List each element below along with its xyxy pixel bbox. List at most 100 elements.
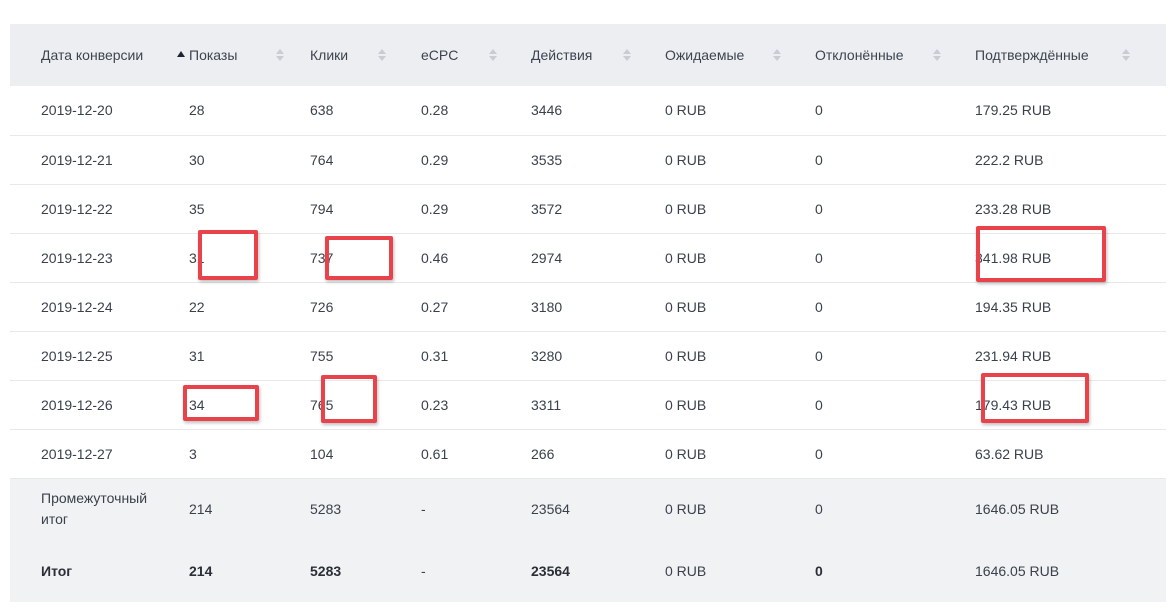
cell-ecpc: -: [421, 563, 426, 579]
cell-pending: 0 RUB: [665, 298, 707, 315]
cell-ecpc: 0.28: [421, 102, 449, 119]
cell-pending: 0 RUB: [665, 200, 707, 217]
cell-conversion-date: 2019-12-21: [41, 151, 113, 168]
cell-clicks: 794: [310, 200, 334, 217]
cell-clicks: 5283: [310, 501, 342, 518]
conversion-stats-table: Дата конверсии Показы Клики eCPC Действи…: [10, 24, 1166, 602]
cell-confirmed: 231.94 RUB: [975, 347, 1052, 364]
cell-confirmed: 233.28 RUB: [975, 200, 1052, 217]
cell-conversion-date: 2019-12-20: [41, 102, 113, 119]
column-header-ecpc[interactable]: eCPC: [421, 24, 531, 86]
cell-ecpc: 0.23: [421, 396, 449, 413]
sort-icon[interactable]: [274, 24, 286, 86]
cell-confirmed: 194.35 RUB: [975, 298, 1052, 315]
column-header-label: Отклонённые: [815, 47, 904, 63]
sort-icon[interactable]: [771, 24, 783, 86]
cell-impressions: 30: [189, 151, 205, 168]
cell-rejected: 0: [815, 445, 823, 462]
table-row: 2019-12-23 31 737 0.46 2974 0 RUB 0 341.…: [10, 233, 1166, 282]
column-header-rejected[interactable]: Отклонённые: [815, 24, 975, 86]
cell-actions: 2974: [531, 249, 563, 266]
cell-actions: 3446: [531, 102, 563, 119]
cell-pending: 0 RUB: [665, 151, 707, 168]
cell-actions: 3535: [531, 151, 563, 168]
column-header-label: eCPC: [421, 47, 459, 63]
cell-confirmed: 179.25 RUB: [975, 102, 1052, 119]
column-header-label: Подтверждённые: [975, 47, 1089, 63]
cell-impressions: 22: [189, 298, 205, 315]
cell-pending: 0 RUB: [665, 249, 707, 266]
cell-impressions: 28: [189, 102, 205, 119]
cell-ecpc: 0.29: [421, 200, 449, 217]
cell-rejected: 0: [815, 563, 823, 579]
table-row: 2019-12-24 22 726 0.27 3180 0 RUB 0 194.…: [10, 282, 1166, 331]
cell-rejected: 0: [815, 396, 823, 413]
sort-icon[interactable]: [621, 24, 633, 86]
sort-icon[interactable]: [931, 24, 943, 86]
table-row: 2019-12-26 34 765 0.23 3311 0 RUB 0 179.…: [10, 380, 1166, 429]
column-header-clicks[interactable]: Клики: [310, 24, 421, 86]
table-row: 2019-12-22 35 794 0.29 3572 0 RUB 0 233.…: [10, 184, 1166, 233]
cell-actions: 3280: [531, 347, 563, 364]
cell-conversion-date: 2019-12-22: [41, 200, 113, 217]
table-row: 2019-12-20 28 638 0.28 3446 0 RUB 0 179.…: [10, 86, 1166, 135]
cell-clicks: 5283: [310, 563, 342, 579]
sort-icon[interactable]: [1120, 24, 1132, 86]
cell-clicks: 755: [310, 347, 334, 364]
table-row: 2019-12-21 30 764 0.29 3535 0 RUB 0 222.…: [10, 135, 1166, 184]
cell-subtotal-label: Промежуточный итог: [10, 478, 189, 540]
sort-icon[interactable]: [487, 24, 499, 86]
cell-impressions: 3: [189, 445, 197, 462]
stats-table-container: Дата конверсии Показы Клики eCPC Действи…: [10, 24, 1166, 602]
cell-pending: 0 RUB: [665, 445, 707, 462]
cell-clicks: 726: [310, 298, 334, 315]
cell-impressions: 34: [189, 396, 205, 413]
cell-ecpc: -: [421, 501, 426, 518]
cell-ecpc: 0.29: [421, 151, 449, 168]
sort-icon[interactable]: [376, 24, 388, 86]
column-header-pending[interactable]: Ожидаемые: [665, 24, 815, 86]
cell-conversion-date: 2019-12-23: [41, 249, 113, 266]
cell-impressions: 31: [189, 249, 205, 266]
cell-clicks: 764: [310, 151, 334, 168]
column-header-label: Действия: [531, 47, 593, 63]
cell-impressions: 214: [189, 563, 213, 579]
cell-conversion-date: 2019-12-24: [41, 298, 113, 315]
cell-confirmed: 341.98 RUB: [975, 249, 1052, 266]
table-row: 2019-12-27 3 104 0.61 266 0 RUB 0 63.62 …: [10, 429, 1166, 478]
cell-pending: 0 RUB: [665, 396, 707, 413]
column-header-impressions[interactable]: Показы: [189, 24, 310, 86]
cell-rejected: 0: [815, 151, 823, 168]
column-header-label: Показы: [189, 47, 238, 63]
cell-confirmed: 1646.05 RUB: [975, 501, 1060, 518]
cell-ecpc: 0.46: [421, 249, 449, 266]
cell-conversion-date: 2019-12-27: [41, 445, 113, 462]
column-header-confirmed[interactable]: Подтверждённые: [975, 24, 1166, 86]
cell-rejected: 0: [815, 200, 823, 217]
cell-actions: 3572: [531, 200, 563, 217]
cell-pending: 0 RUB: [665, 102, 707, 119]
sort-ascending-icon[interactable]: [175, 24, 187, 86]
cell-clicks: 104: [310, 445, 334, 462]
table-header-row: Дата конверсии Показы Клики eCPC Действи…: [10, 24, 1166, 86]
cell-rejected: 0: [815, 298, 823, 315]
cell-impressions: 214: [189, 501, 213, 518]
subtotal-row: Промежуточный итог 214 5283 - 23564 0 RU…: [10, 478, 1166, 540]
cell-clicks: 737: [310, 249, 334, 266]
cell-total-label: Итог: [41, 563, 73, 579]
cell-impressions: 35: [189, 200, 205, 217]
cell-impressions: 31: [189, 347, 205, 364]
cell-confirmed: 63.62 RUB: [975, 445, 1044, 462]
subtotal-label: Промежуточный итог: [41, 490, 148, 528]
cell-rejected: 0: [815, 102, 823, 119]
column-header-conversion-date[interactable]: Дата конверсии: [10, 24, 189, 86]
cell-conversion-date: 2019-12-26: [41, 396, 113, 413]
cell-actions: 266: [531, 445, 555, 462]
cell-ecpc: 0.31: [421, 347, 449, 364]
cell-conversion-date: 2019-12-25: [41, 347, 113, 364]
cell-ecpc: 0.27: [421, 298, 449, 315]
cell-confirmed: 1646.05 RUB: [975, 563, 1060, 579]
table-row: 2019-12-25 31 755 0.31 3280 0 RUB 0 231.…: [10, 331, 1166, 380]
cell-actions: 23564: [531, 501, 570, 518]
column-header-actions[interactable]: Действия: [531, 24, 665, 86]
